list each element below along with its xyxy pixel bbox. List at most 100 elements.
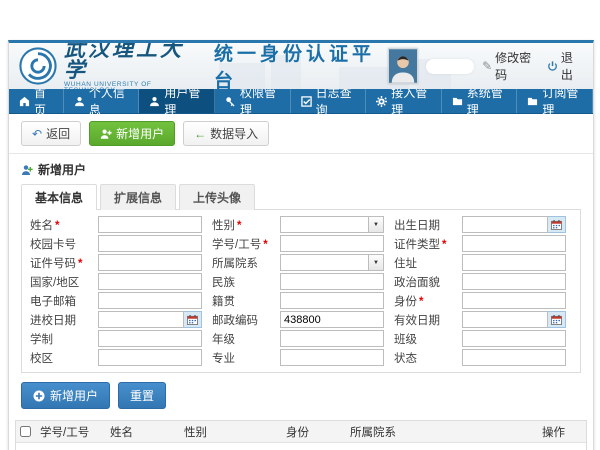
add-user-toolbar-button[interactable]: 新增用户 xyxy=(89,121,175,146)
gear-icon xyxy=(376,96,387,107)
tab-upload-avatar[interactable]: 上传头像 xyxy=(179,184,255,210)
nav-label: 用户管理 xyxy=(164,84,204,118)
name-input[interactable] xyxy=(98,216,202,233)
id-number-input[interactable] xyxy=(98,254,202,271)
nav-item-subscription-management[interactable]: 订阅管理 xyxy=(517,89,593,113)
entry-date-input[interactable] xyxy=(98,311,184,328)
add-user-submit-button[interactable]: 新增用户 xyxy=(21,382,110,409)
nav-item-personal-info[interactable]: 个人信息 xyxy=(64,89,140,113)
platform-title: 统一身份认证平台 xyxy=(214,43,388,89)
checklist-icon xyxy=(301,96,312,107)
email-input[interactable] xyxy=(98,292,202,309)
pencil-icon: ✎ xyxy=(482,59,492,73)
nav-label: 日志查询 xyxy=(316,84,356,118)
address-input[interactable] xyxy=(462,254,566,271)
back-label: 返回 xyxy=(46,125,70,142)
address-label: 住址 xyxy=(394,255,452,271)
user-form: 姓名* 性别* ▼ 出生日期 校园卡号 学号/工号* 证件类型* 证件号码* 所… xyxy=(30,216,572,366)
ethnicity-input[interactable] xyxy=(280,273,384,290)
political-status-input[interactable] xyxy=(462,273,566,290)
power-icon xyxy=(547,60,558,72)
user-icon xyxy=(149,96,160,107)
name-label: 姓名* xyxy=(30,217,88,233)
section-title: 新增用户 xyxy=(38,161,86,178)
nav-item-log-query[interactable]: 日志查询 xyxy=(291,89,367,113)
class-input[interactable] xyxy=(462,330,566,347)
postal-code-label: 邮政编码 xyxy=(212,312,270,328)
identity-input[interactable] xyxy=(462,292,566,309)
header: 武汉理工大学 WUHAN UNIVERSITY OF TECHNOLOGY 统一… xyxy=(9,43,593,89)
nav-label: 个人信息 xyxy=(89,84,129,118)
page: 武汉理工大学 WUHAN UNIVERSITY OF TECHNOLOGY 统一… xyxy=(0,0,600,450)
reset-label: 重置 xyxy=(130,387,154,404)
nav-item-user-management[interactable]: 用户管理 xyxy=(139,89,215,113)
add-user-submit-label: 新增用户 xyxy=(50,387,98,404)
user-icon xyxy=(74,96,85,107)
nav-item-home[interactable]: 首页 xyxy=(9,89,64,113)
calendar-icon[interactable] xyxy=(548,311,566,328)
id-type-input[interactable] xyxy=(462,235,566,252)
birth-date-input[interactable] xyxy=(462,216,548,233)
university-name-en: WUHAN UNIVERSITY OF TECHNOLOGY xyxy=(64,82,200,90)
campus-card-input[interactable] xyxy=(98,235,202,252)
change-password-link[interactable]: ✎ 修改密码 xyxy=(482,49,539,83)
valid-date-input[interactable] xyxy=(462,311,548,328)
campus-label: 校区 xyxy=(30,350,88,366)
table-header-row: 学号/工号 姓名 性别 身份 所属院系 操作 xyxy=(16,421,586,443)
user-area: ✎ 修改密码 退出 xyxy=(388,48,583,84)
home-icon xyxy=(19,96,30,107)
select-all-checkbox[interactable] xyxy=(20,426,31,437)
user-name-pill xyxy=(426,59,474,74)
folder-icon xyxy=(527,96,538,107)
chevron-down-icon[interactable]: ▼ xyxy=(369,254,384,271)
tab-bar: 基本信息 扩展信息 上传头像 xyxy=(21,184,581,210)
birth-date-label: 出生日期 xyxy=(394,217,452,233)
tab-extended-info[interactable]: 扩展信息 xyxy=(100,184,176,210)
col-identity: 身份 xyxy=(282,424,346,440)
calendar-icon[interactable] xyxy=(184,311,202,328)
native-place-input[interactable] xyxy=(280,292,384,309)
col-student-id: 学号/工号 xyxy=(36,424,106,440)
logout-label: 退出 xyxy=(561,49,583,83)
education-length-input[interactable] xyxy=(98,330,202,347)
back-button[interactable]: ↶ 返回 xyxy=(21,121,81,146)
country-label: 国家/地区 xyxy=(30,274,88,290)
form-actions: 新增用户 重置 xyxy=(9,373,593,418)
nav-item-permission-management[interactable]: 权限管理 xyxy=(215,89,291,113)
reset-button[interactable]: 重置 xyxy=(118,382,166,409)
nav-label: 订阅管理 xyxy=(542,84,582,118)
table-empty-row xyxy=(16,443,586,450)
basic-info-panel: 姓名* 性别* ▼ 出生日期 校园卡号 学号/工号* 证件类型* 证件号码* 所… xyxy=(21,209,581,373)
entry-date-label: 进校日期 xyxy=(30,312,88,328)
nav-item-access-management[interactable]: 接入管理 xyxy=(366,89,442,113)
user-plus-icon xyxy=(100,128,112,140)
native-place-label: 籍贯 xyxy=(212,293,270,309)
major-input[interactable] xyxy=(280,349,384,366)
calendar-icon[interactable] xyxy=(548,216,566,233)
nav-item-system-management[interactable]: 系统管理 xyxy=(442,89,518,113)
campus-input[interactable] xyxy=(98,349,202,366)
toolbar: ↶ 返回 新增用户 ← 数据导入 xyxy=(9,114,593,154)
identity-label: 身份* xyxy=(394,293,452,309)
col-gender: 性别 xyxy=(180,424,282,440)
chevron-down-icon[interactable]: ▼ xyxy=(369,216,384,233)
ethnicity-label: 民族 xyxy=(212,274,270,290)
department-select[interactable] xyxy=(280,254,369,271)
university-name: 武汉理工大学 xyxy=(64,43,200,80)
tab-basic-info[interactable]: 基本信息 xyxy=(21,184,97,210)
postal-code-input[interactable] xyxy=(280,311,384,328)
grade-input[interactable] xyxy=(280,330,384,347)
student-id-input[interactable] xyxy=(280,235,384,252)
grade-label: 年级 xyxy=(212,331,270,347)
nav-label: 权限管理 xyxy=(240,84,280,118)
gender-select[interactable] xyxy=(280,216,369,233)
section-header: 新增用户 xyxy=(9,154,593,183)
id-number-label: 证件号码* xyxy=(30,255,88,271)
major-label: 专业 xyxy=(212,350,270,366)
country-input[interactable] xyxy=(98,273,202,290)
logout-link[interactable]: 退出 xyxy=(547,49,583,83)
change-password-label: 修改密码 xyxy=(495,49,539,83)
data-import-button[interactable]: ← 数据导入 xyxy=(183,121,269,146)
status-input[interactable] xyxy=(462,349,566,366)
university-logo-icon xyxy=(19,47,57,85)
